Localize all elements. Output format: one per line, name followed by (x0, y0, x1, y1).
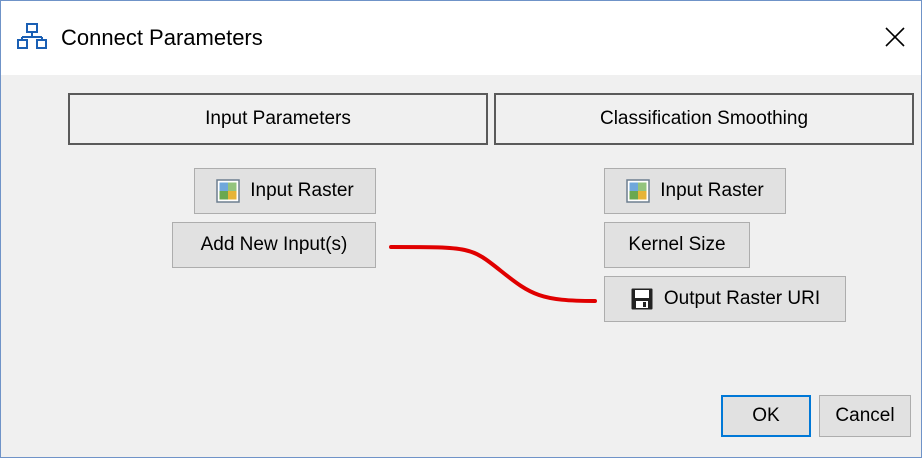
kernel-size-button[interactable]: Kernel Size (604, 222, 750, 268)
add-new-inputs-label: Add New Input(s) (200, 234, 348, 255)
input-parameters-header-label: Input Parameters (205, 108, 351, 129)
raster-image-icon (626, 179, 650, 203)
kernel-size-label: Kernel Size (628, 234, 726, 255)
classification-smoothing-header-label: Classification Smoothing (599, 108, 809, 129)
cancel-button[interactable]: Cancel (819, 395, 911, 437)
input-parameters-header: Input Parameters (68, 93, 488, 145)
output-raster-uri-button[interactable]: Output Raster URI (604, 276, 846, 322)
right-input-raster-button[interactable]: Input Raster (604, 168, 786, 214)
ok-label: OK (752, 405, 780, 426)
close-icon (885, 27, 905, 47)
close-button[interactable] (873, 15, 917, 59)
save-disk-icon (631, 288, 653, 310)
add-new-inputs-button[interactable]: Add New Input(s) (172, 222, 376, 268)
title-bar[interactable]: Connect Parameters (1, 1, 921, 75)
output-raster-uri-label: Output Raster URI (663, 288, 821, 309)
window-title: Connect Parameters (61, 25, 263, 50)
left-input-raster-label: Input Raster (250, 180, 354, 201)
raster-image-icon (216, 179, 240, 203)
right-input-raster-label: Input Raster (660, 180, 764, 201)
ok-button[interactable]: OK (721, 395, 811, 437)
left-input-raster-button[interactable]: Input Raster (194, 168, 376, 214)
classification-smoothing-header: Classification Smoothing (494, 93, 914, 145)
connect-parameters-dialog: Connect Parameters Input Parameters Clas… (0, 0, 922, 458)
cancel-label: Cancel (835, 405, 895, 426)
network-diagram-icon (17, 23, 47, 49)
